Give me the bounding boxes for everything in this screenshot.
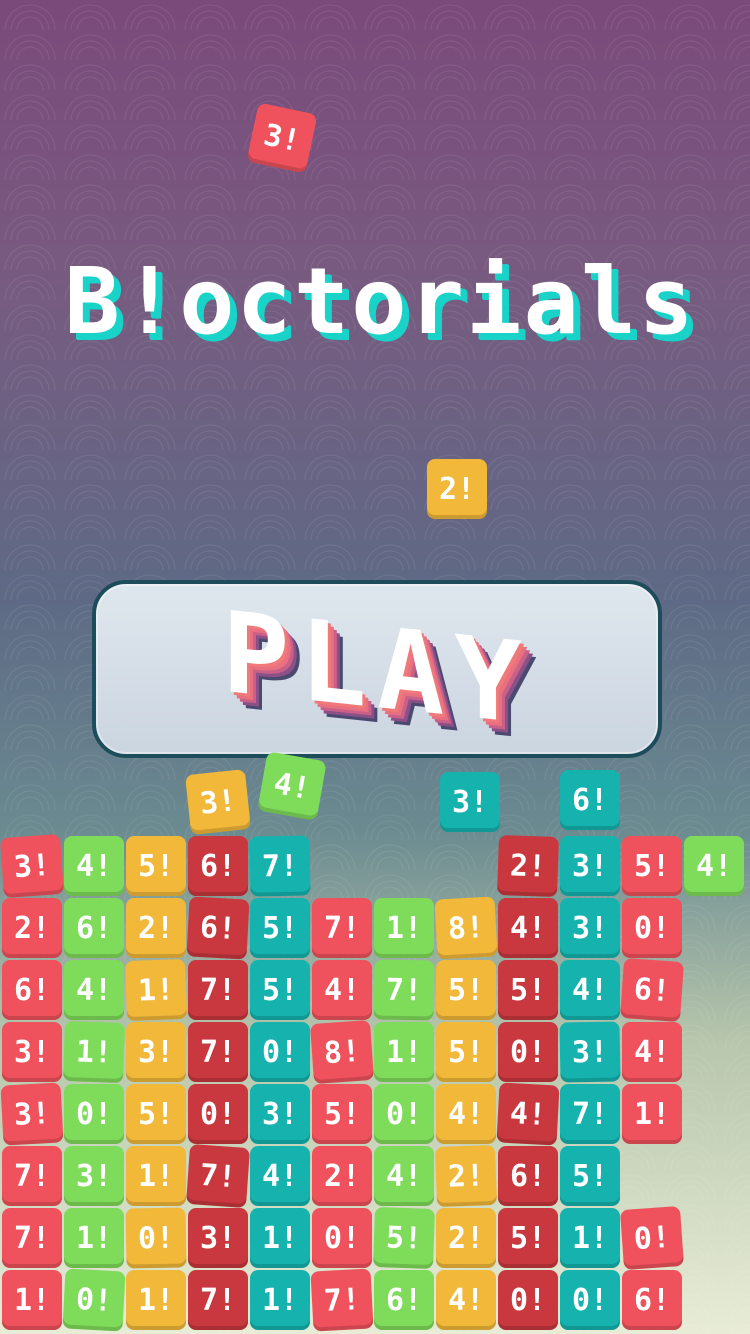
- grid-tile: 7!: [185, 1143, 251, 1209]
- grid-tile: 7!: [2, 1146, 62, 1206]
- grid-tile: 1!: [250, 1270, 310, 1330]
- grid-tile: 6!: [188, 836, 248, 896]
- grid-tile: 1!: [124, 958, 188, 1022]
- grid-tile: 4!: [64, 960, 124, 1020]
- grid-tile: 8!: [309, 1019, 375, 1085]
- grid-tile: 5!: [250, 960, 310, 1020]
- grid-tile: 6!: [619, 957, 685, 1023]
- grid-tile: 5!: [498, 1208, 558, 1268]
- grid-tile: 5!: [126, 836, 186, 896]
- grid-tile: 5!: [498, 960, 558, 1020]
- grid-tile: 3!: [559, 1021, 621, 1083]
- grid-tile: 7!: [310, 1268, 374, 1332]
- grid-tile: 4!: [496, 1082, 560, 1146]
- play-button-label: PLAY: [222, 587, 532, 751]
- grid-tile: 5!: [622, 836, 682, 896]
- grid-tile: 3!: [560, 836, 620, 896]
- grid-tile: 7!: [312, 898, 372, 958]
- grid-tile: 0!: [560, 1270, 620, 1330]
- grid-tile: 5!: [312, 1084, 372, 1144]
- falling-tile: 6!: [560, 770, 620, 830]
- grid-tile: 3!: [0, 833, 65, 899]
- grid-tile: 6!: [64, 898, 124, 958]
- grid-tile: 2!: [436, 1208, 496, 1268]
- grid-tile: 7!: [188, 960, 248, 1020]
- grid-tile: 0!: [64, 1084, 124, 1144]
- grid-tile: 0!: [619, 1205, 685, 1271]
- grid-tile: 2!: [434, 1144, 498, 1208]
- grid-tile: 4!: [250, 1146, 310, 1206]
- grid-tile: 4!: [684, 836, 744, 896]
- grid-tile: 4!: [436, 1084, 496, 1144]
- grid-tile: 1!: [374, 898, 434, 958]
- grid-tile: 0!: [374, 1084, 434, 1144]
- grid-tile: 2!: [496, 834, 560, 898]
- grid-tile: 0!: [188, 1084, 248, 1144]
- grid-tile: 1!: [374, 1022, 434, 1082]
- grid-tile: 7!: [249, 835, 311, 897]
- grid-tile: 0!: [250, 1022, 310, 1082]
- grid-tile: 0!: [498, 1022, 558, 1082]
- grid-tile: 7!: [188, 1270, 248, 1330]
- falling-tile: 3!: [185, 769, 251, 835]
- game-title: B!octorials: [64, 248, 696, 355]
- grid-tile: 5!: [560, 1146, 620, 1206]
- grid-tile: 0!: [312, 1208, 372, 1268]
- grid-tile: 7!: [560, 1084, 620, 1144]
- grid-tile: 3!: [188, 1208, 248, 1268]
- grid-tile: 4!: [312, 960, 372, 1020]
- grid-tile: 0!: [125, 1207, 187, 1269]
- grid-tile: 7!: [2, 1208, 62, 1268]
- grid-tile: 3!: [250, 1084, 310, 1144]
- grid-tile: 6!: [2, 960, 62, 1020]
- grid-tile: 5!: [372, 1206, 436, 1270]
- grid-tile: 1!: [2, 1270, 62, 1330]
- grid-tile: 1!: [64, 1208, 124, 1268]
- grid-tile: 8!: [434, 896, 498, 960]
- grid-tile: 3!: [126, 1022, 186, 1082]
- grid-tile: 2!: [2, 898, 62, 958]
- falling-tile: 3!: [246, 102, 318, 174]
- grid-tile: 7!: [373, 959, 435, 1021]
- grid-tile: 5!: [250, 898, 310, 958]
- play-button[interactable]: PLAY: [92, 580, 662, 758]
- grid-tile: 4!: [622, 1022, 682, 1082]
- grid-tile: 7!: [188, 1022, 248, 1082]
- falling-tile: 3!: [440, 772, 500, 832]
- grid-tile: 5!: [436, 1022, 496, 1082]
- grid-tile: 2!: [126, 898, 186, 958]
- grid-tile: 5!: [126, 1084, 186, 1144]
- grid-tile: 4!: [560, 960, 620, 1020]
- grid-tile: 1!: [250, 1208, 310, 1268]
- grid-tile: 5!: [436, 960, 496, 1020]
- grid-tile: 4!: [64, 836, 124, 896]
- grid-tile: 3!: [64, 1146, 124, 1206]
- grid-tile: 1!: [560, 1208, 620, 1268]
- grid-tile: 6!: [374, 1270, 434, 1330]
- falling-tile: 4!: [257, 751, 327, 821]
- grid-tile: 3!: [560, 898, 620, 958]
- grid-tile: 3!: [2, 1022, 62, 1082]
- falling-tile: 2!: [427, 459, 487, 519]
- grid-tile: 0!: [62, 1268, 126, 1332]
- grid-tile: 4!: [498, 898, 558, 958]
- grid-tile: 4!: [374, 1146, 434, 1206]
- grid-tile: 3!: [0, 1082, 64, 1146]
- grid-tile: 1!: [126, 1270, 186, 1330]
- grid-tile: 6!: [186, 896, 250, 960]
- grid-tile: 1!: [126, 1146, 186, 1206]
- grid-tile: 4!: [436, 1270, 496, 1330]
- grid-tile: 6!: [622, 1270, 682, 1330]
- grid-tile: 6!: [498, 1146, 558, 1206]
- grid-tile: 1!: [62, 1020, 126, 1084]
- grid-tile: 0!: [498, 1270, 558, 1330]
- grid-tile: 2!: [312, 1146, 372, 1206]
- grid-tile: 1!: [622, 1084, 682, 1144]
- grid-tile: 0!: [622, 898, 682, 958]
